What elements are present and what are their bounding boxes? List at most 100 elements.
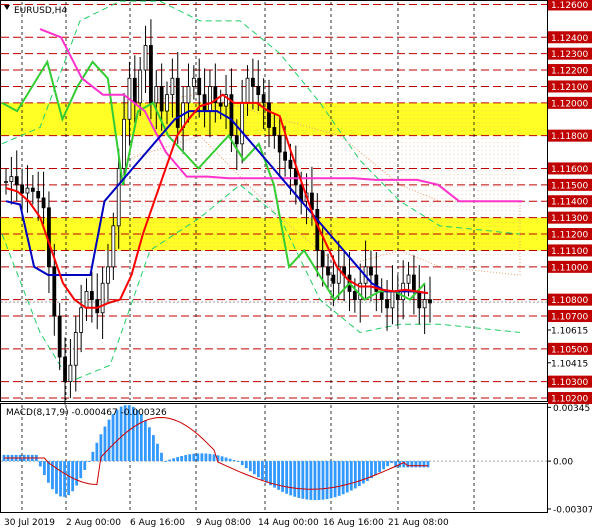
macd-bar <box>353 461 357 489</box>
macd-bar <box>71 461 75 492</box>
macd-bar <box>103 426 107 462</box>
macd-bar <box>345 461 349 493</box>
macd-bar <box>160 452 163 462</box>
price-label: 1.10800 <box>551 296 588 306</box>
macd-bar <box>95 442 99 462</box>
symbol-title: EURUSD,H4 <box>14 6 67 16</box>
price-label: 1.11800 <box>551 132 588 142</box>
candle-body <box>9 176 14 182</box>
candle-body <box>369 266 373 276</box>
macd-bar <box>196 453 200 462</box>
candle-body <box>245 77 250 104</box>
candle-body <box>202 94 207 112</box>
candle-body <box>406 274 411 284</box>
macd-bar <box>325 461 329 500</box>
macd-bar <box>47 461 50 483</box>
candle-body <box>385 299 389 309</box>
candle-body <box>165 94 169 112</box>
time-label: 9 Aug 08:00 <box>196 518 251 528</box>
candle-body <box>30 187 35 192</box>
macd-bar <box>42 461 46 476</box>
macd-bar <box>67 461 71 496</box>
candle-body <box>4 181 8 183</box>
macd-bar <box>192 453 196 462</box>
macd-bar <box>172 458 175 462</box>
time-label: 6 Aug 16:00 <box>130 518 185 528</box>
candle-body <box>331 274 336 284</box>
macd-bar <box>281 461 285 492</box>
macd-bar <box>59 461 62 497</box>
macd-bar <box>248 461 252 472</box>
price-label: 1.11500 <box>551 181 588 191</box>
macd-bar <box>382 461 385 470</box>
macd-bar <box>422 461 426 468</box>
macd-bar <box>38 461 42 467</box>
price-label: 1.11200 <box>551 231 588 241</box>
macd-bar <box>83 461 87 470</box>
macd-axis-label: 0.00 <box>553 458 573 468</box>
price-label: 1.10615 <box>551 326 588 336</box>
macd-bar <box>184 455 188 462</box>
candles <box>4 19 432 405</box>
candle-body <box>379 291 384 301</box>
candle-body <box>390 291 395 309</box>
price-label: 1.11400 <box>551 198 588 208</box>
time-axis: 30 Jul 2019 2 Aug 00:00 6 Aug 16:00 9 Aug 0… <box>4 518 449 528</box>
macd-bar <box>341 461 345 495</box>
candle-body <box>100 282 105 314</box>
chevron-down-icon <box>4 5 10 10</box>
candle-body <box>428 299 432 304</box>
macd-bar <box>147 427 151 462</box>
candle-body <box>218 102 223 107</box>
macd-bar <box>240 461 244 466</box>
macd-bar <box>143 420 147 462</box>
macd-bar <box>357 461 361 487</box>
price-label: 1.11100 <box>551 247 588 257</box>
macd-bar <box>261 461 264 480</box>
candle-body <box>73 332 78 366</box>
macd-bar <box>220 456 224 462</box>
macd-bar <box>337 461 341 496</box>
time-label: 30 Jul 2019 <box>4 518 55 528</box>
candle-body <box>116 168 121 227</box>
candle-body <box>84 291 89 309</box>
macd-bar <box>301 461 305 499</box>
price-chart[interactable]: 1.12600 1.12400 1.12300 1.12200 1.12100 1.120… <box>0 0 592 532</box>
macd-bar <box>313 461 317 501</box>
candle-body <box>170 77 175 96</box>
macd-bar <box>309 461 313 500</box>
candle-body <box>277 135 282 153</box>
macd-bar <box>228 458 232 462</box>
price-label: 1.12100 <box>551 83 588 93</box>
macd-bar <box>91 451 95 462</box>
macd-axis-label: -0.00307 <box>553 505 592 515</box>
candle-body <box>149 45 153 104</box>
chart-window[interactable]: 1.12600 1.12400 1.12300 1.12200 1.12100 1.120… <box>0 0 592 532</box>
candle-body <box>288 159 293 169</box>
macd-bar <box>236 461 240 462</box>
candle-body <box>326 266 330 276</box>
candle-body <box>240 102 245 145</box>
macd-bar <box>297 461 301 498</box>
macd-bar <box>378 461 381 473</box>
price-label: 1.11600 <box>551 165 588 175</box>
macd-bar <box>257 461 260 478</box>
macd-bar <box>208 453 212 462</box>
candle-body <box>111 225 116 268</box>
candle-body <box>41 197 46 209</box>
candle-body <box>159 86 164 112</box>
macd-bar <box>386 461 390 467</box>
price-label: 1.12200 <box>551 67 588 77</box>
macd-bar <box>75 461 79 486</box>
macd-bar <box>349 461 353 491</box>
price-label: 1.12600 <box>551 1 588 11</box>
macd-bar <box>168 459 171 462</box>
macd-bar <box>164 460 167 462</box>
candle-body <box>267 102 271 128</box>
candle-body <box>261 94 266 104</box>
price-label: 1.12300 <box>551 50 588 60</box>
candle-body <box>132 77 137 104</box>
candle-body <box>154 86 159 104</box>
macd-bar <box>317 461 321 501</box>
candle-body <box>191 77 196 87</box>
